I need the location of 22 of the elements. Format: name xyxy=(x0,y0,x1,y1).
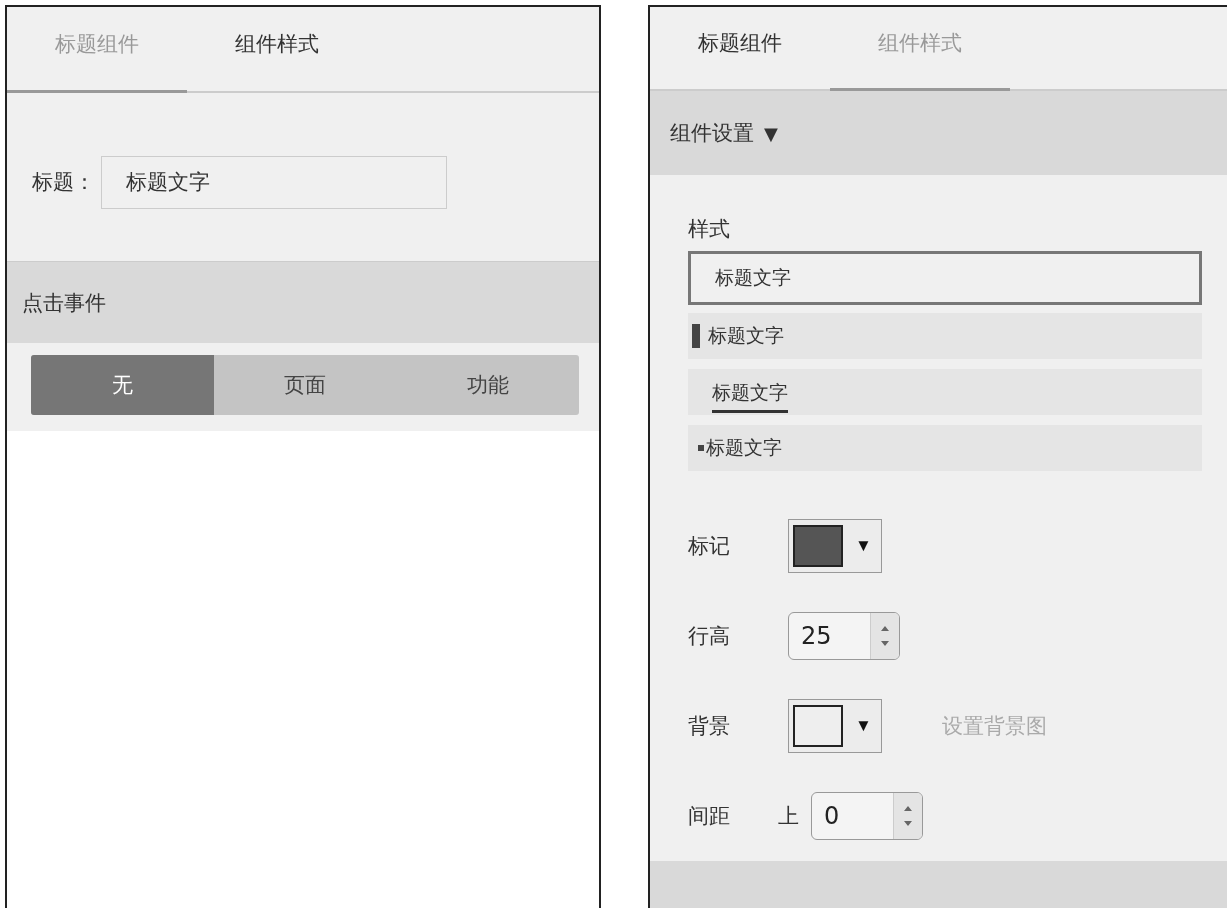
section-header: 点击事件 xyxy=(7,261,599,343)
field-label: 标题： xyxy=(32,169,95,196)
segment-button[interactable]: 页面 xyxy=(213,355,397,415)
style-label: 样式 xyxy=(688,216,730,243)
number-spinner[interactable]: 0 xyxy=(811,792,923,840)
side-label: 上 xyxy=(778,803,799,830)
style-option[interactable]: 标题文字 xyxy=(688,313,1202,359)
tab[interactable]: 组件样式 xyxy=(187,7,367,93)
color-picker[interactable]: ▼ xyxy=(788,699,882,753)
field-label: 标记 xyxy=(688,533,731,560)
number-spinner[interactable]: 25 xyxy=(788,612,900,660)
field-label: 行高 xyxy=(688,623,731,650)
tab[interactable]: 标题组件 xyxy=(650,7,830,92)
style-option[interactable]: 标题文字 xyxy=(688,425,1202,471)
style-option[interactable]: 标题文字 xyxy=(688,251,1202,305)
style-option[interactable]: 标题文字 xyxy=(688,369,1202,415)
section-header[interactable]: 组件设置 ▼ xyxy=(650,91,1227,175)
segment-button[interactable]: 功能 xyxy=(396,355,579,415)
segment-button[interactable]: 无 xyxy=(31,355,214,415)
field-label: 背景 xyxy=(688,713,731,740)
title-input[interactable]: 标题文字 xyxy=(101,155,447,209)
color-picker[interactable]: ▼ xyxy=(788,519,882,573)
